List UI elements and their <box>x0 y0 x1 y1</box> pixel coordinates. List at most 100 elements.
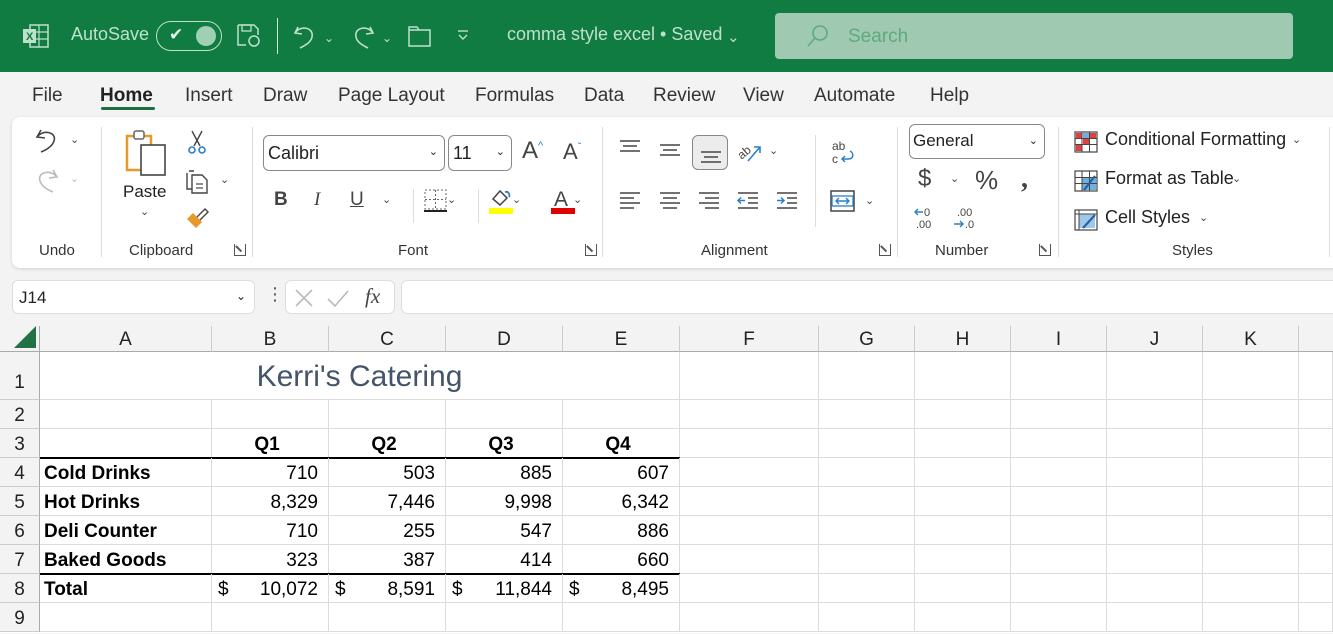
document-title[interactable]: comma style excel • Saved <box>507 24 722 45</box>
formula-input[interactable] <box>401 280 1333 314</box>
row-header-2[interactable]: 2 <box>0 400 40 429</box>
row-header-7[interactable]: 7 <box>0 545 40 574</box>
row-label[interactable]: Cold Drinks <box>40 458 212 487</box>
grid-cell[interactable] <box>1107 352 1203 400</box>
search-box[interactable]: Search <box>775 13 1293 59</box>
value-cell[interactable]: 710 <box>212 458 329 487</box>
grid-cell[interactable] <box>819 516 915 545</box>
grid-cell[interactable] <box>915 545 1011 574</box>
fill-color-icon[interactable] <box>488 187 514 215</box>
column-header-d[interactable]: D <box>446 326 563 352</box>
customize-quick-access-icon[interactable] <box>456 28 470 44</box>
column-header-e[interactable]: E <box>563 326 680 352</box>
grid-cell[interactable] <box>1299 458 1333 487</box>
row-label[interactable]: Hot Drinks <box>40 487 212 516</box>
title-dropdown-icon[interactable]: ⌄ <box>727 24 740 52</box>
row-header-8[interactable]: 8 <box>0 574 40 603</box>
save-icon[interactable] <box>236 23 262 49</box>
grid-cell[interactable] <box>680 487 819 516</box>
sheet-title-cell[interactable]: Kerri's Catering <box>40 352 680 400</box>
grid-cell[interactable] <box>1299 603 1333 632</box>
autosave-toggle[interactable]: ✔ <box>156 21 222 51</box>
grid-cell[interactable] <box>680 516 819 545</box>
grid-cell[interactable] <box>915 429 1011 458</box>
grid-cell[interactable] <box>1203 400 1299 429</box>
grid-cell[interactable] <box>1203 574 1299 603</box>
decrease-indent-icon[interactable] <box>736 191 760 211</box>
grid-cell[interactable] <box>1203 429 1299 458</box>
grid-cell[interactable] <box>680 574 819 603</box>
row-header-5[interactable]: 5 <box>0 487 40 516</box>
value-cell[interactable]: 387 <box>329 545 446 574</box>
grid-cell[interactable] <box>680 603 819 632</box>
decrease-decimal-icon[interactable]: .00 .0 <box>952 205 980 231</box>
paste-label[interactable]: Paste <box>123 183 166 200</box>
grid-cell[interactable] <box>1107 574 1203 603</box>
value-cell[interactable]: 414 <box>446 545 563 574</box>
paste-dropdown-icon[interactable]: ⌄ <box>140 207 149 218</box>
grid-cell[interactable] <box>915 574 1011 603</box>
redo-icon[interactable] <box>350 23 376 49</box>
tab-draw[interactable]: Draw <box>263 85 307 107</box>
grid-cell[interactable] <box>1107 545 1203 574</box>
value-cell[interactable]: 710 <box>212 516 329 545</box>
tab-data[interactable]: Data <box>584 85 624 107</box>
row-label[interactable]: Deli Counter <box>40 516 212 545</box>
grid-cell[interactable] <box>819 545 915 574</box>
clipboard-launcher-icon[interactable] <box>234 244 246 256</box>
undo-icon[interactable] <box>292 23 318 49</box>
alignment-launcher-icon[interactable] <box>879 244 891 256</box>
tab-formulas[interactable]: Formulas <box>475 85 554 107</box>
grid-cell[interactable] <box>1011 458 1107 487</box>
grid-cell[interactable] <box>40 429 212 458</box>
comma-style-button[interactable]: , <box>1021 165 1028 193</box>
row-header-9[interactable]: 9 <box>0 603 40 632</box>
value-cell[interactable]: 255 <box>329 516 446 545</box>
grid-cell[interactable] <box>1203 603 1299 632</box>
column-header-k[interactable]: K <box>1203 326 1299 352</box>
grid-cell[interactable] <box>563 603 680 632</box>
grid-cell[interactable] <box>1107 429 1203 458</box>
grid-cell[interactable] <box>1107 487 1203 516</box>
currency-format-button[interactable]: $ <box>918 167 931 191</box>
grid-cell[interactable] <box>212 400 329 429</box>
tab-file[interactable]: File <box>32 85 63 107</box>
currency-dropdown-icon[interactable]: ⌄ <box>950 174 959 185</box>
grid-cell[interactable] <box>1299 574 1333 603</box>
grid-cell[interactable] <box>819 603 915 632</box>
quarter-header-q1[interactable]: Q1 <box>212 429 329 458</box>
fill-color-dropdown-icon[interactable]: ⌄ <box>512 195 521 206</box>
grid-cell[interactable] <box>1299 400 1333 429</box>
value-cell[interactable]: 547 <box>446 516 563 545</box>
grid-cell[interactable] <box>446 400 563 429</box>
font-size-select[interactable]: 11 ⌄ <box>448 135 512 171</box>
grid-cell[interactable] <box>329 400 446 429</box>
decrease-font-size-icon[interactable]: Aˇ <box>563 141 581 163</box>
format-painter-icon[interactable] <box>184 205 210 231</box>
grid-cell[interactable] <box>1011 429 1107 458</box>
grid-cell[interactable] <box>212 603 329 632</box>
borders-icon[interactable] <box>424 189 448 213</box>
insert-function-icon[interactable]: fx <box>365 284 380 309</box>
undo-icon[interactable] <box>34 127 60 153</box>
grid-cell[interactable] <box>1203 458 1299 487</box>
column-header-j[interactable]: J <box>1107 326 1203 352</box>
percent-style-button[interactable]: % <box>975 167 998 193</box>
grid-cell[interactable] <box>1011 603 1107 632</box>
formula-bar-grip-icon[interactable]: ⋮ <box>266 284 284 305</box>
italic-button[interactable]: I <box>314 190 320 209</box>
align-right-icon[interactable] <box>697 191 721 211</box>
undo-dropdown-icon[interactable]: ⌄ <box>324 24 334 52</box>
grid-cell[interactable] <box>1011 400 1107 429</box>
grid-cell[interactable] <box>680 545 819 574</box>
orientation-icon[interactable]: ab <box>736 139 764 165</box>
grid-cell[interactable] <box>819 429 915 458</box>
redo-dropdown-icon[interactable]: ⌄ <box>382 24 392 52</box>
grid-cell[interactable] <box>680 429 819 458</box>
grid-cell[interactable] <box>40 400 212 429</box>
merge-center-icon[interactable] <box>830 189 856 213</box>
top-align-icon[interactable] <box>618 139 642 157</box>
total-cell[interactable]: $8,495 <box>563 574 680 603</box>
grid-cell[interactable] <box>1203 487 1299 516</box>
tab-page-layout[interactable]: Page Layout <box>338 85 445 107</box>
